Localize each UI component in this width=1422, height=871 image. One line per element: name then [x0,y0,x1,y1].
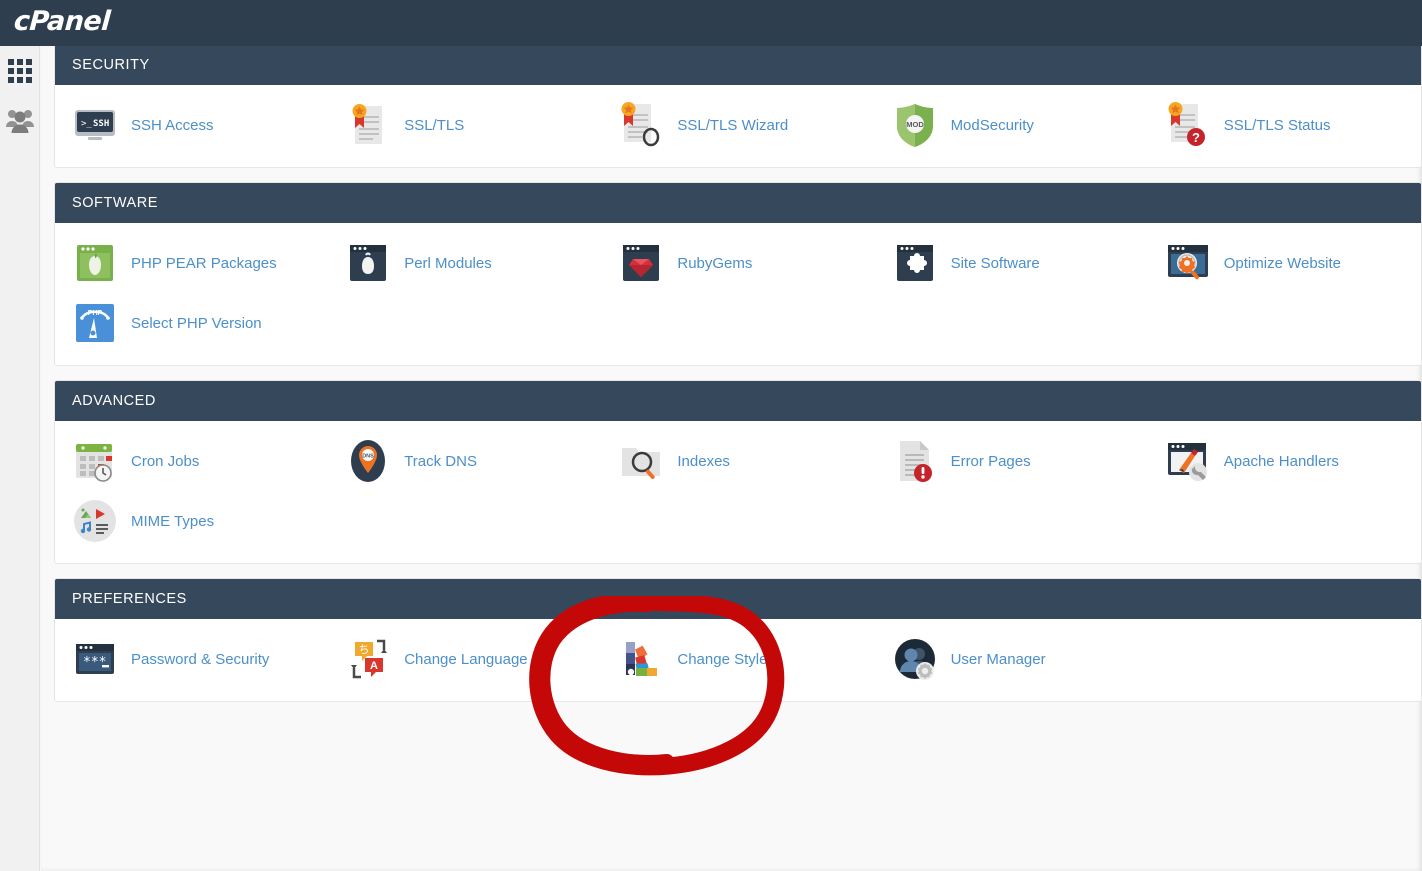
tile-label: Select PHP Version [131,314,262,332]
tile-site-software[interactable]: Site Software [875,233,1148,293]
folder-magnifier-icon [618,438,664,484]
tile-label: Track DNS [404,452,477,470]
tile-change-language[interactable]: ち A Change Language [328,629,601,689]
top-header-bar: cPanel [0,0,1422,46]
tile-ssl-tls[interactable]: SSL/TLS [328,95,601,155]
section-body: Cron Jobs DNS Track DNS Indexes Error Pa… [55,421,1421,563]
section-body: PHP PEAR Packages Perl Modules RubyGems … [55,223,1421,365]
svg-text:A: A [370,660,378,672]
tile-label: SSL/TLS Status [1223,116,1331,134]
tile-row: MIME Types [55,491,1421,551]
tile-modsecurity[interactable]: MOD ModSecurity [875,95,1148,155]
section-title: SOFTWARE [55,183,1421,223]
tile-row: >_ SSH SSH Access SSL/TLS SSL/TLS Wizard… [55,95,1421,155]
tile-row: *** Password & Security ち A Change Langu… [55,629,1421,689]
tile-perl-modules[interactable]: Perl Modules [328,233,601,293]
calendar-clock-icon [72,438,118,484]
tile-label: RubyGems [677,254,753,272]
section-title: ADVANCED [55,381,1421,421]
tile-label: Optimize Website [1223,254,1342,272]
tile-label: SSL/TLS Wizard [677,116,789,134]
certificate-wand-icon [618,102,664,148]
tile-password-and-security[interactable]: *** Password & Security [55,629,328,689]
svg-text:PHP: PHP [88,310,103,317]
cpanel-logo[interactable]: cPanel [13,6,111,37]
tile-user-manager[interactable]: User Manager [875,629,1148,689]
tile-error-pages[interactable]: Error Pages [875,431,1148,491]
tile-php-pear-packages[interactable]: PHP PEAR Packages [55,233,328,293]
magnifier-gear-icon [1165,240,1211,286]
svg-text:SSH: SSH [93,119,109,129]
section-advanced: ADVANCED Cron Jobs DNS Track DNS Indexes… [54,380,1422,564]
sidebar-item-users[interactable] [0,96,40,146]
tile-label: Change Language [404,650,528,668]
media-types-icon [72,498,118,544]
section-body: >_ SSH SSH Access SSL/TLS SSL/TLS Wizard… [55,85,1421,167]
user-manager-icon [892,636,938,682]
puzzle-piece-icon [892,240,938,286]
tile-optimize-website[interactable]: Optimize Website [1148,233,1421,293]
dns-pin-icon: DNS [345,438,391,484]
tile-label: PHP PEAR Packages [131,254,277,272]
svg-text:>_: >_ [81,119,92,129]
tile-rubygems[interactable]: RubyGems [601,233,874,293]
tile-label: ModSecurity [950,116,1034,134]
password-terminal-icon: *** [72,636,118,682]
tile-label: User Manager [950,650,1046,668]
feather-wrench-icon [1165,438,1211,484]
certificate-question-icon: ? [1165,102,1211,148]
tile-label: SSH Access [131,116,214,134]
tile-change-style[interactable]: Change Style [601,629,874,689]
tile-label: Change Style [677,650,768,668]
users-icon [6,110,34,133]
tile-cron-jobs[interactable]: Cron Jobs [55,431,328,491]
section-body: *** Password & Security ち A Change Langu… [55,619,1421,701]
certificate-icon [345,102,391,148]
tile-label: Site Software [950,254,1040,272]
sidebar-item-apps[interactable] [0,46,40,96]
tile-mime-types[interactable]: MIME Types [55,491,328,551]
section-security: SECURITY >_ SSH SSH Access SSL/TLS SSL/T… [54,44,1422,168]
tile-ssl-tls-status[interactable]: ? SSL/TLS Status [1148,95,1421,155]
color-swatch-icon [618,636,664,682]
tile-select-php-version[interactable]: PHP Select PHP Version [55,293,328,353]
tile-ssl-tls-wizard[interactable]: SSL/TLS Wizard [601,95,874,155]
tile-label: Password & Security [131,650,270,668]
svg-text:DNS: DNS [362,454,374,460]
section-preferences: PREFERENCES *** Password & Security ち A … [54,578,1422,702]
tile-label: Apache Handlers [1223,452,1339,470]
section-software: SOFTWARE PHP PEAR Packages Perl Modules … [54,182,1422,366]
ruby-gem-icon [618,240,664,286]
document-error-icon [892,438,938,484]
tile-indexes[interactable]: Indexes [601,431,874,491]
section-title: SECURITY [55,45,1421,85]
svg-text:?: ? [1192,130,1200,145]
svg-text:***: *** [83,655,106,670]
tile-row: PHP Select PHP Version [55,293,1421,353]
tile-label: Indexes [677,452,730,470]
shield-mod-icon: MOD [892,102,938,148]
tile-apache-handlers[interactable]: Apache Handlers [1148,431,1421,491]
translate-icon: ち A [345,636,391,682]
tile-row: PHP PEAR Packages Perl Modules RubyGems … [55,233,1421,293]
main-scroll-pane[interactable]: Connection Usage SECURITY >_ [41,0,1422,871]
tile-row: Cron Jobs DNS Track DNS Indexes Error Pa… [55,431,1421,491]
tile-label: MIME Types [131,512,215,530]
tile-track-dns[interactable]: DNS Track DNS [328,431,601,491]
content-column: Connection Usage SECURITY >_ [54,0,1422,716]
perl-camel-icon [345,240,391,286]
tile-label: Perl Modules [404,254,492,272]
svg-text:MOD: MOD [906,120,924,129]
tile-label: Cron Jobs [131,452,200,470]
section-title: PREFERENCES [55,579,1421,619]
ssh-terminal-icon: >_ SSH [72,102,118,148]
tile-ssh-access[interactable]: >_ SSH SSH Access [55,95,328,155]
svg-text:ち: ち [359,643,370,656]
php-gauge-icon: PHP [72,300,118,346]
grid-icon [8,59,32,83]
tile-label: Error Pages [950,452,1031,470]
left-sidebar-rail [0,46,40,871]
pear-icon [72,240,118,286]
tile-label: SSL/TLS [404,116,465,134]
